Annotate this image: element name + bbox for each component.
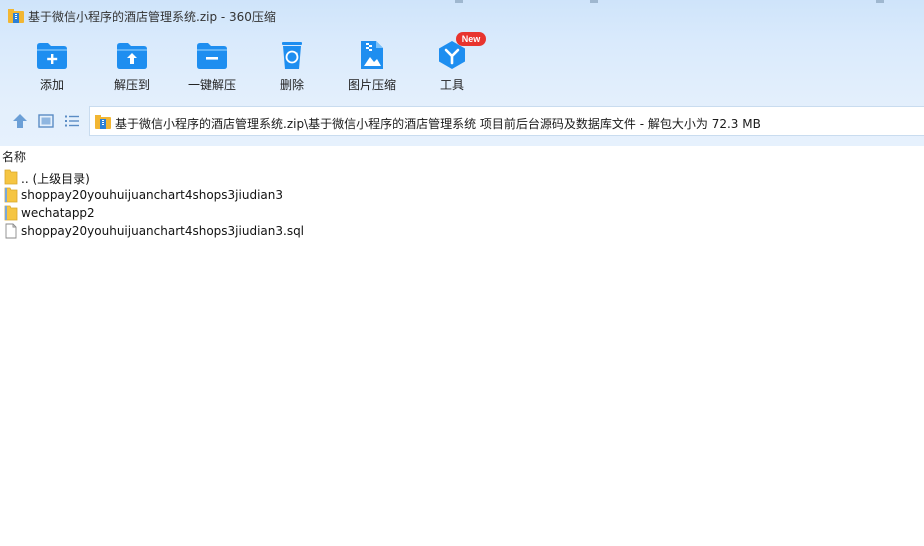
list-item[interactable]: shoppay20youhuijuanchart4shops3jiudian3.… — [0, 222, 924, 240]
thumbnail-view-icon[interactable] — [37, 112, 55, 130]
tools-label: 工具 — [439, 78, 464, 92]
image-compress-label: 图片压缩 — [347, 78, 396, 92]
navigation-bar: 基于微信小程序的酒店管理系统.zip\基于微信小程序的酒店管理系统 项目前后台源… — [0, 106, 924, 136]
list-view-icon[interactable] — [63, 112, 81, 130]
list-header: 名称 — [0, 146, 924, 166]
list-item[interactable]: .. (上级目录) — [0, 168, 924, 186]
extract-to-button[interactable]: 解压到 — [94, 36, 170, 98]
list-item[interactable]: shoppay20youhuijuanchart4shops3jiudian3 — [0, 186, 924, 204]
arrow-up-icon[interactable] — [11, 112, 29, 130]
window-controls[interactable] — [0, 0, 924, 6]
folder-oneclick-icon — [197, 43, 227, 69]
one-click-extract-button[interactable]: 一键解压 — [174, 36, 250, 98]
file-list: .. (上级目录) shoppay20youhuijuanchart4shops… — [0, 168, 924, 240]
delete-button[interactable]: 删除 — [254, 36, 330, 98]
list-item-name: shoppay20youhuijuanchart4shops3jiudian3 — [21, 188, 284, 202]
list-item-name: wechatapp2 — [21, 206, 95, 220]
delete-label: 删除 — [279, 78, 304, 92]
list-item[interactable]: wechatapp2 — [0, 204, 924, 222]
file-icon — [5, 223, 17, 239]
add-button[interactable]: 添加 — [14, 36, 90, 98]
address-path: 基于微信小程序的酒店管理系统.zip\基于微信小程序的酒店管理系统 项目前后台源… — [115, 117, 761, 131]
new-badge: New — [456, 32, 486, 46]
folder-icon — [4, 205, 18, 221]
recycle-bin-icon — [282, 42, 302, 69]
column-header-name[interactable]: 名称 — [2, 148, 26, 165]
image-compress-icon — [361, 41, 383, 69]
list-item-name: shoppay20youhuijuanchart4shops3jiudian3.… — [21, 224, 305, 238]
folder-add-icon — [37, 43, 67, 69]
add-label: 添加 — [39, 78, 64, 92]
folder-extract-icon — [117, 43, 147, 69]
folder-icon — [4, 187, 18, 203]
window-title: 基于微信小程序的酒店管理系统.zip - 360压缩 — [28, 10, 276, 24]
toolbar: 添加 解压到 一键解压 删除 图片压缩 New 工具 — [0, 32, 924, 100]
one-click-extract-label: 一键解压 — [187, 78, 236, 92]
tools-button[interactable]: New 工具 — [414, 32, 490, 98]
title-bar: 基于微信小程序的酒店管理系统.zip - 360压缩 — [0, 0, 924, 32]
address-bar[interactable]: 基于微信小程序的酒店管理系统.zip\基于微信小程序的酒店管理系统 项目前后台源… — [89, 106, 924, 136]
archive-icon — [95, 115, 111, 129]
top-area: 基于微信小程序的酒店管理系统.zip - 360压缩 添加 解压到 一键解压 删… — [0, 0, 924, 146]
image-compress-button[interactable]: 图片压缩 — [334, 36, 410, 98]
list-item-name: .. (上级目录) — [21, 172, 90, 186]
folder-icon — [4, 169, 18, 185]
archive-icon — [8, 9, 24, 23]
extract-to-label: 解压到 — [113, 78, 150, 92]
